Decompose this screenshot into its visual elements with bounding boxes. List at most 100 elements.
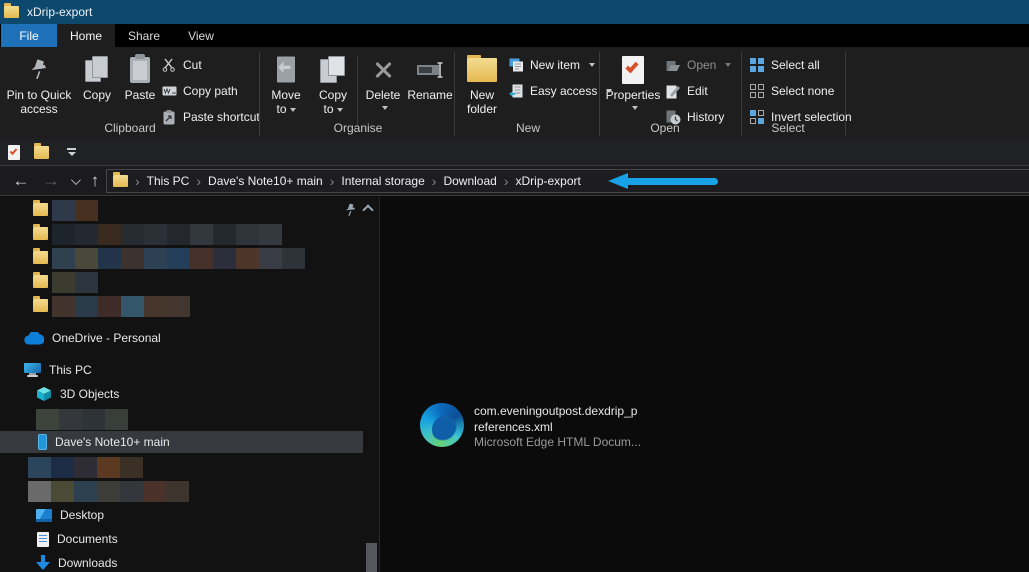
file-name-line2: references.xml [474, 419, 553, 434]
sidebar-item-downloads[interactable]: Downloads [0, 552, 363, 572]
title-bar[interactable]: xDrip-export [0, 0, 1029, 24]
open-button[interactable]: Open [665, 54, 732, 76]
copy-to-icon [320, 55, 346, 85]
phone-icon [38, 434, 47, 450]
qat-new-folder-icon[interactable] [34, 142, 49, 159]
censored-pixelated-text [75, 248, 98, 269]
dropdown-caret-icon [725, 63, 732, 67]
censored-pixelated-text [52, 272, 75, 293]
folder-icon[interactable] [33, 248, 48, 264]
tab-share[interactable]: Share [115, 24, 173, 47]
censored-pixelated-text [259, 248, 282, 269]
censored-pixelated-text [52, 224, 75, 245]
quick-access-toolbar [0, 139, 1029, 166]
file-type: Microsoft Edge HTML Docum... [474, 435, 641, 449]
chevron-up-icon[interactable] [362, 204, 374, 216]
file-tile[interactable]: com.eveningoutpost.dexdrip_p references.… [420, 403, 690, 453]
qat-properties-icon[interactable] [8, 144, 20, 160]
new-folder-icon [467, 55, 497, 85]
sidebar-item-desktop[interactable]: Desktop [0, 504, 363, 526]
navigation-pane: OneDrive - Personal This PC 3D Objects D… [0, 197, 379, 572]
breadcrumb-download[interactable]: Download [443, 174, 496, 188]
up-icon[interactable]: ↑ [84, 166, 106, 196]
dropdown-caret-icon [381, 106, 388, 110]
microsoft-edge-icon [420, 403, 464, 447]
dropdown-caret-icon [336, 107, 343, 112]
censored-pixelated-text [167, 248, 190, 269]
breadcrumb-device[interactable]: Dave's Note10+ main [208, 174, 323, 188]
3d-objects-cube-icon [37, 387, 51, 401]
censored-pixelated-text [167, 224, 190, 245]
censored-pixelated-text [120, 457, 143, 478]
pin-pane-icon[interactable] [344, 203, 357, 217]
censored-pixelated-text [52, 296, 75, 317]
sidebar-scrollbar-thumb[interactable] [366, 543, 377, 572]
recent-locations-chevron-icon[interactable] [66, 166, 82, 196]
sidebar-item-3d-objects[interactable]: 3D Objects [0, 383, 363, 405]
censored-pixelated-text [75, 224, 98, 245]
breadcrumb-separator-icon: › [135, 173, 140, 189]
sidebar-item-device[interactable]: Dave's Note10+ main [0, 431, 363, 453]
sidebar-item-onedrive[interactable]: OneDrive - Personal [0, 327, 363, 349]
breadcrumb-xdrip-export[interactable]: xDrip-export [516, 174, 581, 188]
censored-pixelated-text [144, 224, 167, 245]
edit-button[interactable]: Edit [665, 80, 708, 102]
cut-button[interactable]: Cut [161, 54, 202, 76]
folder-icon[interactable] [33, 200, 48, 216]
censored-pixelated-text [213, 248, 236, 269]
pushpin-icon [28, 55, 50, 85]
censored-pixelated-text [98, 224, 121, 245]
folder-icon[interactable] [33, 224, 48, 240]
censored-pixelated-text [121, 296, 144, 317]
censored-pixelated-text [143, 481, 166, 502]
annotation-arrow [608, 173, 720, 189]
tab-file[interactable]: File [1, 24, 57, 47]
folder-icon[interactable] [33, 296, 48, 312]
address-bar-row: ← → ↑ › This PC › Dave's Note10+ main › … [0, 166, 1029, 196]
censored-pixelated-text [236, 224, 259, 245]
censored-pixelated-text [190, 224, 213, 245]
breadcrumb-internal-storage[interactable]: Internal storage [341, 174, 424, 188]
new-item-button[interactable]: New item [508, 54, 596, 76]
breadcrumb-this-pc[interactable]: This PC [147, 174, 190, 188]
easy-access-button[interactable]: Easy access [508, 80, 613, 102]
censored-pixelated-text [121, 224, 144, 245]
file-list-pane [380, 197, 1029, 572]
tab-home[interactable]: Home [57, 24, 115, 47]
explorer-window: xDrip-export File Home Share View Pin to… [0, 0, 1029, 572]
censored-pixelated-text [36, 409, 59, 430]
ribbon-inner-separator [357, 55, 358, 127]
forward-icon[interactable]: → [40, 166, 62, 196]
window-title: xDrip-export [27, 5, 93, 19]
select-all-button[interactable]: Select all [749, 54, 820, 76]
tab-view[interactable]: View [173, 24, 229, 47]
downloads-icon [36, 555, 50, 571]
folder-icon[interactable] [33, 272, 48, 288]
documents-icon [37, 531, 49, 547]
rename-icon [416, 55, 444, 85]
censored-pixelated-text [105, 409, 128, 430]
censored-pixelated-text [144, 296, 167, 317]
censored-pixelated-text [259, 224, 282, 245]
sidebar-item-this-pc[interactable]: This PC [0, 359, 363, 381]
select-none-icon [749, 83, 765, 99]
censored-pixelated-text [144, 248, 167, 269]
censored-pixelated-text [282, 248, 305, 269]
qat-customize-icon[interactable] [67, 148, 76, 156]
ribbon-separator [845, 52, 846, 136]
censored-pixelated-text [75, 272, 98, 293]
back-icon[interactable]: ← [10, 166, 32, 196]
group-label-select: Select [771, 121, 805, 135]
select-none-button[interactable]: Select none [749, 80, 834, 102]
folder-icon [4, 3, 19, 18]
address-folder-icon [113, 172, 128, 187]
ribbon-separator [454, 52, 455, 136]
open-icon [665, 57, 681, 73]
desktop-icon [36, 508, 52, 522]
copy-path-button[interactable]: Copy path [161, 80, 238, 102]
censored-pixelated-text [74, 457, 97, 478]
address-bar[interactable]: › This PC › Dave's Note10+ main › Intern… [106, 169, 1029, 193]
sidebar-item-documents[interactable]: Documents [0, 528, 363, 550]
easy-access-icon [508, 83, 524, 99]
censored-pixelated-text [28, 457, 51, 478]
